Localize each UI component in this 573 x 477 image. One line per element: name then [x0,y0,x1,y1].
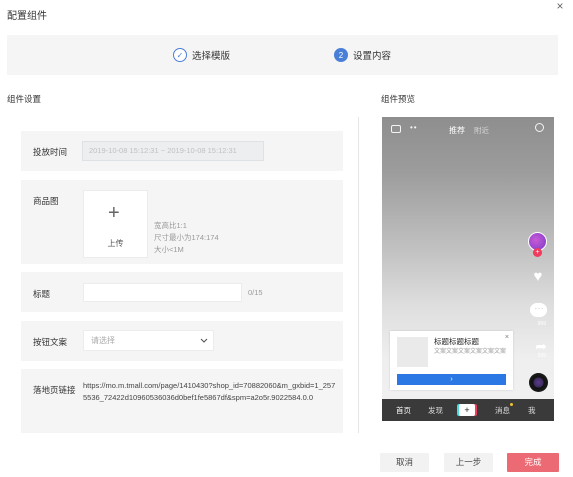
image-hint: 大小<1M [154,245,184,254]
phone-bottom-nav: 首页 发现 + 消息 我 [382,399,554,421]
form-row-title: 标题 0/15 [21,272,343,312]
step-label: 设置内容 [353,51,392,62]
card-button: › [397,374,506,385]
nav-discover: 发现 [428,406,443,415]
form-row-button-copy: 按钮文案 请选择 [21,321,343,361]
camera-icon [391,125,401,133]
image-label: 商品图 [33,196,59,206]
button-copy-select[interactable]: 请选择 [83,330,214,351]
preview-tab-nearby: 附近 [474,126,489,135]
notification-dot [510,403,513,406]
upload-button[interactable]: + 上传 [83,190,148,258]
check-icon: ✓ [173,48,187,62]
form-row-period: 投放时间 2019-10-08 15:12:31 ~ 2019-10-08 15… [21,131,343,171]
date-range-field[interactable]: 2019-10-08 15:12:31 ~ 2019-10-08 15:12:3… [82,141,264,161]
follow-plus-icon: + [533,248,542,257]
nav-messages: 消息 [495,406,510,415]
nav-home: 首页 [396,406,411,415]
nav-me: 我 [528,406,536,415]
dialog-title: 配置组件 [7,11,47,22]
close-icon[interactable]: × [553,0,567,14]
close-icon: × [504,334,509,341]
steps-bar: ✓ 选择模版 2 设置内容 [7,35,558,75]
step-select-template[interactable]: ✓ 选择模版 [173,47,230,63]
share-count: 999 [537,353,546,359]
preview-tab-recommend: 推荐 [449,126,465,135]
landing-url-label: 落地页链接 [33,385,76,395]
landing-url-value[interactable]: https://mo.m.tmall.com/page/1410430?shop… [83,380,337,403]
upload-label: 上传 [107,239,124,248]
title-input[interactable] [83,283,242,302]
image-hint: 尺寸最小为174:174 [154,233,219,242]
chevron-down-icon [200,331,208,357]
char-counter: 0/15 [248,288,263,297]
title-label: 标题 [33,289,51,299]
music-disc-icon [529,373,548,392]
settings-section-title: 组件设置 [7,94,42,104]
search-icon [535,123,544,132]
plus-icon: + [459,404,475,416]
select-placeholder: 请选择 [91,336,115,345]
step-set-content[interactable]: 2 设置内容 [334,47,391,63]
card-image [397,337,428,367]
form-row-image: 商品图 + 上传 宽高比1:1 尺寸最小为174:174 大小<1M [21,180,343,264]
period-label: 投放时间 [33,147,68,157]
preview-section-title: 组件预览 [381,94,416,104]
divider [358,117,359,433]
cancel-button[interactable]: 取消 [380,453,429,472]
done-button[interactable]: 完成 [507,453,559,472]
image-hint: 宽高比1:1 [154,221,187,230]
phone-preview: •• 推荐 附近 + ♥ ··· 999 ➦ 999 标题标题标题 文案文案文案… [382,117,554,421]
form-row-landing-url: 落地页链接 https://mo.m.tmall.com/page/141043… [21,369,343,433]
card-desc: 文案文案文案文案文案文案 [434,349,507,355]
plus-icon: + [108,202,120,224]
prev-button[interactable]: 上一步 [444,453,493,472]
heart-icon: ♥ [533,268,543,285]
comment-count: 999 [537,321,546,327]
comment-dots: ··· [534,304,544,313]
step-label: 选择模版 [192,51,231,62]
button-copy-label: 按钮文案 [33,337,68,347]
product-card: 标题标题标题 文案文案文案文案文案文案 × › [390,331,513,390]
dots-icon: •• [410,123,418,132]
step-number-icon: 2 [334,48,348,62]
card-title: 标题标题标题 [434,337,479,346]
